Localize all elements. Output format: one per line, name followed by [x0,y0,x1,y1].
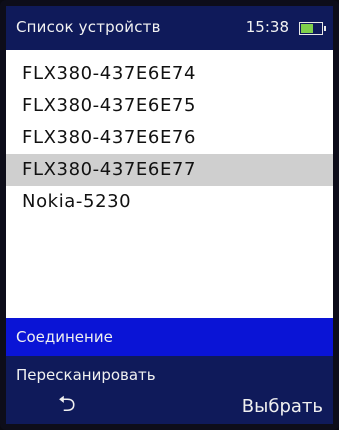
device-item[interactable]: FLX380-437E6E76 [6,122,333,154]
battery-level [301,24,314,33]
device-item[interactable]: FLX380-437E6E77 [6,154,333,186]
menu-item-connect[interactable]: Соединение [6,318,333,356]
screen-title: Список устройств [16,18,161,36]
back-arrow-icon[interactable]: ⮌ [58,394,76,416]
device-item[interactable]: FLX380-437E6E74 [6,58,333,90]
device-item[interactable]: Nokia-5230 [6,186,333,218]
device-item[interactable]: FLX380-437E6E75 [6,90,333,122]
title-bar: Список устройств 15:38 [6,6,333,50]
options-menu: Соединение Пересканировать [6,318,333,394]
battery-tip [324,26,326,31]
clock: 15:38 [245,18,289,36]
device-screen: Список устройств 15:38 FLX380-437E6E74 F… [0,0,339,430]
select-button[interactable]: Выбрать [242,396,323,417]
softkey-bar: ⮌ Выбрать [6,388,333,424]
battery-icon [299,22,326,35]
device-list: FLX380-437E6E74 FLX380-437E6E75 FLX380-4… [6,58,333,218]
